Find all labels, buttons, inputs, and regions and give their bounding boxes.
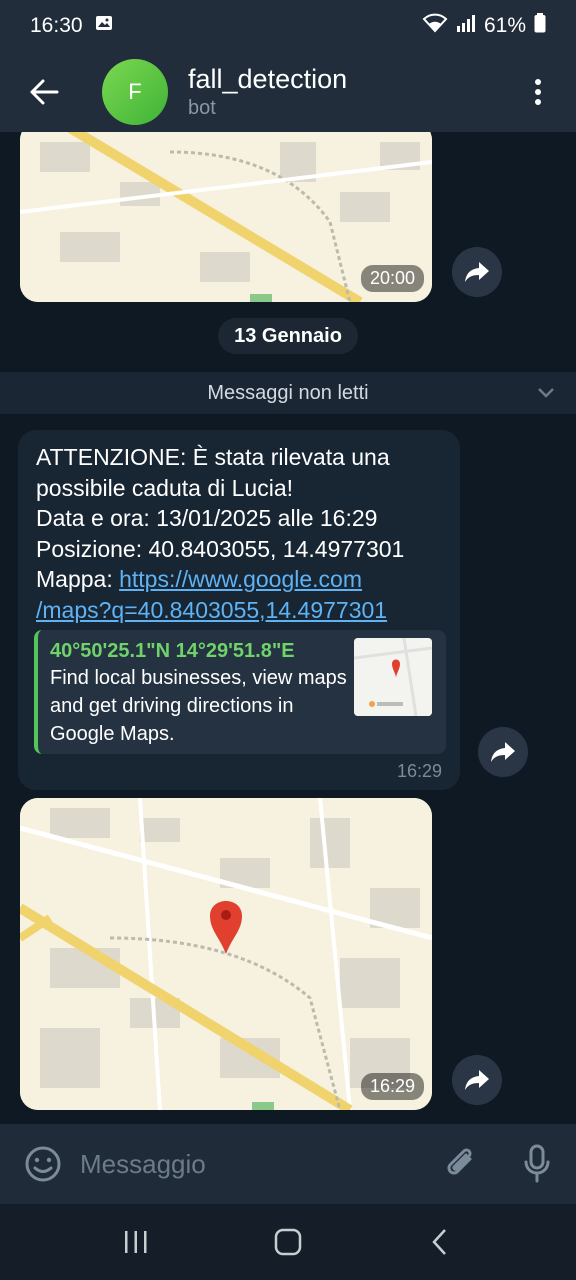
chevron-left-icon: [432, 1229, 446, 1255]
recent-apps-button[interactable]: [106, 1212, 166, 1272]
forward-button[interactable]: [452, 247, 502, 297]
avatar-letter: F: [128, 79, 142, 104]
back-arrow-icon: [30, 79, 59, 105]
map-image: [20, 798, 432, 1110]
message-time: 16:29: [360, 1073, 424, 1100]
system-back-button[interactable]: [410, 1212, 470, 1272]
home-icon: [274, 1228, 302, 1256]
alert-line: ATTENZIONE: È stata rilevata una: [36, 444, 390, 470]
forward-button[interactable]: [478, 727, 528, 777]
alert-text: ATTENZIONE: È stata rilevata una possibi…: [36, 442, 442, 625]
chat-title: fall_detection: [188, 64, 348, 94]
paperclip-icon: [447, 1148, 472, 1175]
alert-message[interactable]: ATTENZIONE: È stata rilevata una possibi…: [18, 430, 460, 790]
chat-header: F fall_detection bot: [0, 52, 576, 132]
battery-icon: [534, 13, 546, 39]
alert-position: Posizione: 40.8403055, 14.4977301: [36, 535, 405, 562]
map-thumbnail-icon: [354, 638, 432, 716]
message-time: 20:00: [360, 265, 424, 292]
map-message[interactable]: 16:29: [20, 798, 432, 1110]
chat-area[interactable]: 20:00 13 Gennaio Messaggi non letti ATTE…: [0, 132, 576, 1124]
emoji-icon: [25, 1146, 61, 1182]
recent-apps-icon: [125, 1231, 147, 1253]
link-preview-text: 40°50'25.1"N 14°29'51.8"E Find local bus…: [50, 638, 354, 746]
signal-icon: [456, 14, 476, 38]
message-time: 16:29: [396, 761, 442, 781]
home-button[interactable]: [258, 1212, 318, 1272]
avatar[interactable]: F: [102, 59, 168, 125]
battery-text: 61%: [483, 14, 526, 37]
maps-link[interactable]: https://www.google.com: [119, 566, 362, 592]
system-nav-bar: [0, 1204, 576, 1280]
emoji-button[interactable]: [20, 1141, 66, 1187]
forward-icon: [491, 742, 515, 762]
chat-subtitle: bot: [188, 97, 216, 119]
voice-message-button[interactable]: [512, 1139, 562, 1189]
map-label: Mappa:: [36, 566, 120, 592]
forward-icon: [465, 1070, 489, 1090]
status-bar: 16:30 61%: [0, 0, 576, 52]
chat-title-block[interactable]: fall_detection bot: [188, 63, 518, 121]
image-icon: [95, 14, 113, 38]
message-input[interactable]: [80, 1148, 436, 1180]
message-input-bar: [0, 1124, 576, 1204]
maps-link[interactable]: /maps?q=40.8403055,14.4977301: [36, 597, 387, 623]
forward-button[interactable]: [452, 1055, 502, 1105]
date-separator: 13 Gennaio: [218, 318, 358, 354]
microphone-icon: [524, 1144, 550, 1183]
link-preview-description: Find local businesses, view maps and get…: [50, 667, 347, 745]
unread-label: Messaggi non letti: [207, 381, 369, 404]
link-preview[interactable]: 40°50'25.1"N 14°29'51.8"E Find local bus…: [34, 630, 446, 754]
wifi-icon: [422, 13, 448, 39]
attach-button[interactable]: [436, 1139, 486, 1189]
link-preview-title: 40°50'25.1"N 14°29'51.8"E: [50, 640, 295, 662]
chevron-down-icon[interactable]: [536, 382, 556, 408]
link-preview-thumbnail: [354, 638, 432, 716]
back-button[interactable]: [14, 62, 74, 122]
alert-line: possibile caduta di Lucia!: [36, 474, 293, 501]
unread-messages-bar: Messaggi non letti: [0, 372, 576, 414]
more-options-button[interactable]: [518, 62, 558, 122]
alert-datetime: Data e ora: 13/01/2025 alle 16:29: [36, 505, 378, 531]
status-time: 16:30: [30, 14, 83, 37]
forward-icon: [465, 262, 489, 282]
more-vertical-icon: [535, 79, 541, 105]
map-message-top[interactable]: 20:00: [20, 132, 432, 302]
